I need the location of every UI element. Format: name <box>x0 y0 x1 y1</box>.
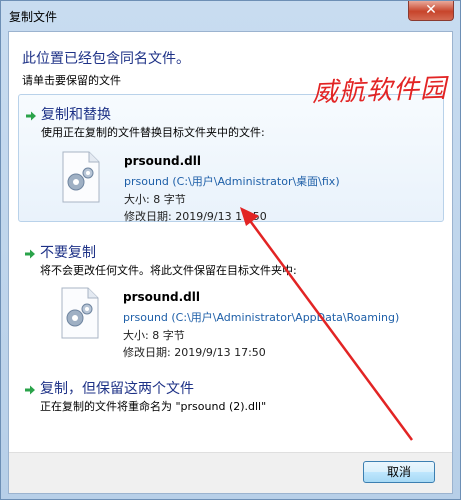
option-title: 复制和替换 <box>41 107 111 123</box>
file-name: prsound.dll <box>123 290 200 304</box>
file-path: prsound (C:\用户\Administrator\AppData\Roa… <box>123 311 400 324</box>
green-arrow-icon <box>25 249 35 259</box>
option-title: 复制，但保留这两个文件 <box>40 381 194 397</box>
file-size: 大小: 8 字节 <box>123 329 185 342</box>
dialog-footer: 取消 <box>9 452 452 493</box>
dll-file-icon <box>62 151 100 203</box>
instruction-text: 请单击要保留的文件 <box>22 74 121 87</box>
file-modified-date: 修改日期: 2019/9/13 17:50 <box>124 210 267 223</box>
green-arrow-icon <box>25 385 35 395</box>
option-copy-and-replace[interactable]: 复制和替换 使用正在复制的文件替换目标文件夹中的文件: prsound.dll … <box>18 94 444 223</box>
conflict-heading: 此位置已经包含同名文件。 <box>22 51 190 67</box>
file-path: prsound (C:\用户\Administrator\桌面\fix) <box>124 175 340 188</box>
option-title: 不要复制 <box>40 245 96 261</box>
file-modified-date: 修改日期: 2019/9/13 17:50 <box>123 346 266 359</box>
option-do-not-copy[interactable]: 不要复制 将不会更改任何文件。将此文件保留在目标文件夹中: prsound.dl… <box>18 234 444 359</box>
file-size: 大小: 8 字节 <box>124 193 186 206</box>
window-title: 复制文件 <box>9 10 58 24</box>
cancel-button[interactable]: 取消 <box>363 461 435 483</box>
close-button[interactable]: ✕ <box>408 1 454 21</box>
green-arrow-icon <box>26 111 36 121</box>
title-bar[interactable]: 复制文件 ✕ <box>1 1 460 31</box>
option-description: 将不会更改任何文件。将此文件保留在目标文件夹中: <box>40 264 297 277</box>
option-keep-both[interactable]: 复制，但保留这两个文件 正在复制的文件将重命名为 "prsound (2).dl… <box>18 374 444 418</box>
file-name: prsound.dll <box>124 154 201 168</box>
watermark-text: 威航软件园 <box>311 73 448 109</box>
dll-file-icon <box>61 287 99 339</box>
option-description: 正在复制的文件将重命名为 "prsound (2).dll" <box>40 400 267 413</box>
option-description: 使用正在复制的文件替换目标文件夹中的文件: <box>41 126 265 139</box>
